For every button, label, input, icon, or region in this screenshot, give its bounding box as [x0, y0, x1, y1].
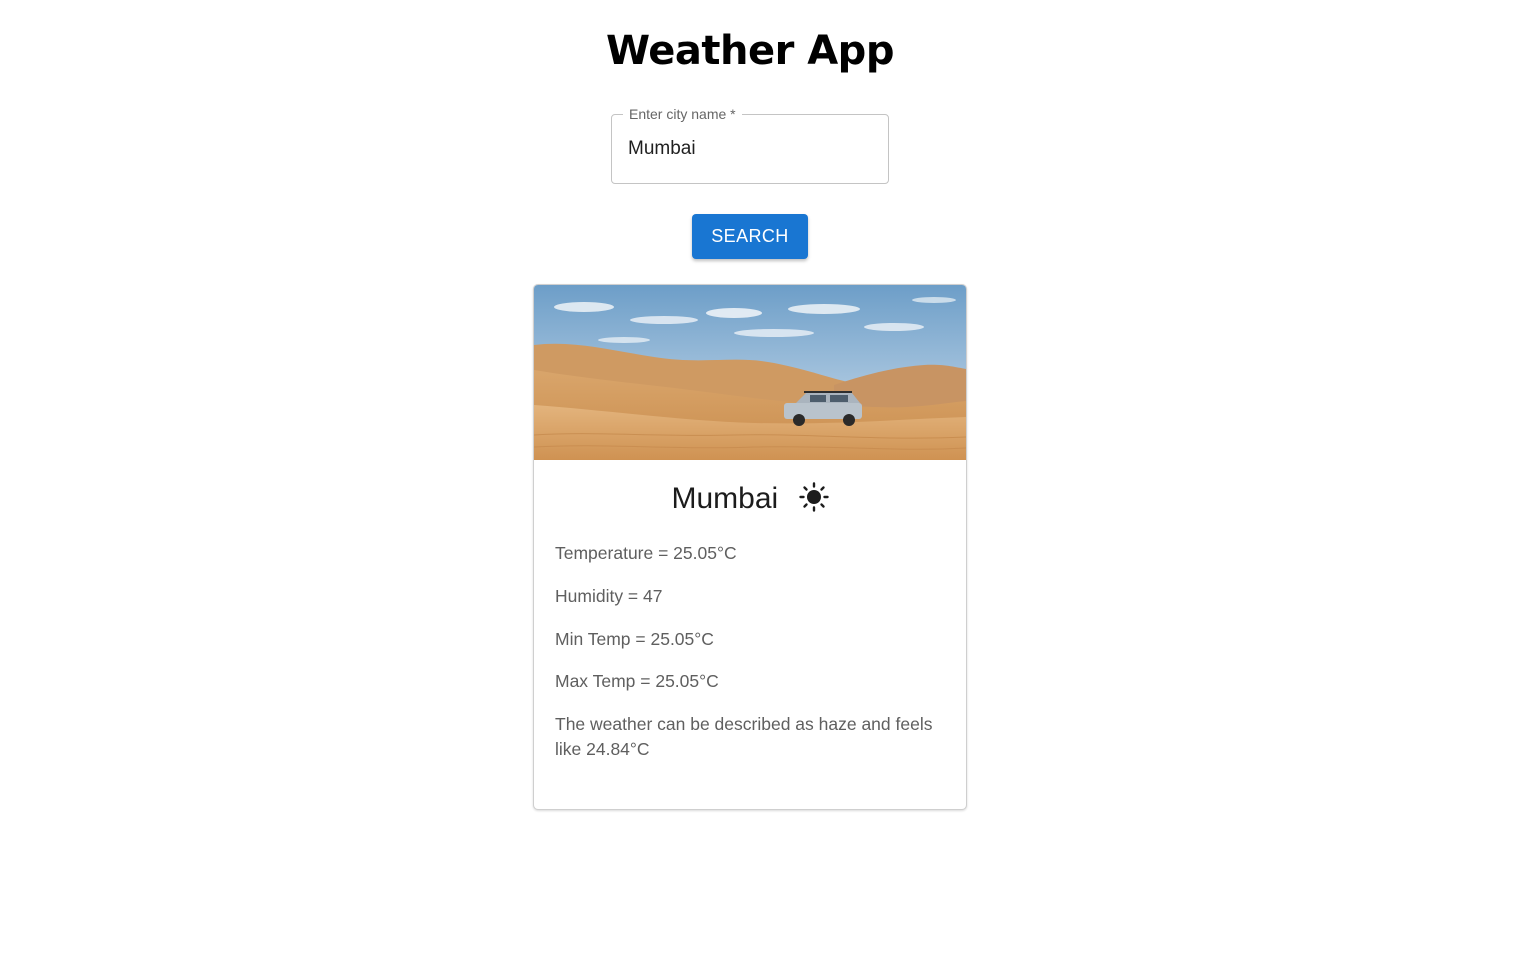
- search-button[interactable]: SEARCH: [692, 214, 808, 259]
- city-search-field[interactable]: Enter city name *: [611, 105, 889, 184]
- max-temp-text: Max Temp = 25.05°C: [555, 671, 719, 691]
- weather-card: Mumbai Temperature = 25.05°C Humidity = …: [533, 284, 967, 810]
- min-temp-text: Min Temp = 25.05°C: [555, 629, 714, 649]
- page-title: Weather App: [606, 28, 894, 74]
- temperature-text: Temperature = 25.05°C: [555, 543, 737, 563]
- weather-description-text: The weather can be described as haze and…: [555, 714, 933, 759]
- humidity-text: Humidity = 47: [555, 586, 663, 606]
- city-field-label: Enter city name *: [623, 105, 742, 123]
- weather-app: Weather App Enter city name * SEARCH: [0, 0, 1518, 976]
- desert-image: [534, 285, 966, 460]
- city-input[interactable]: [628, 135, 868, 163]
- sun-icon: [798, 482, 829, 521]
- city-heading: Mumbai: [534, 481, 966, 521]
- city-name: Mumbai: [671, 482, 779, 515]
